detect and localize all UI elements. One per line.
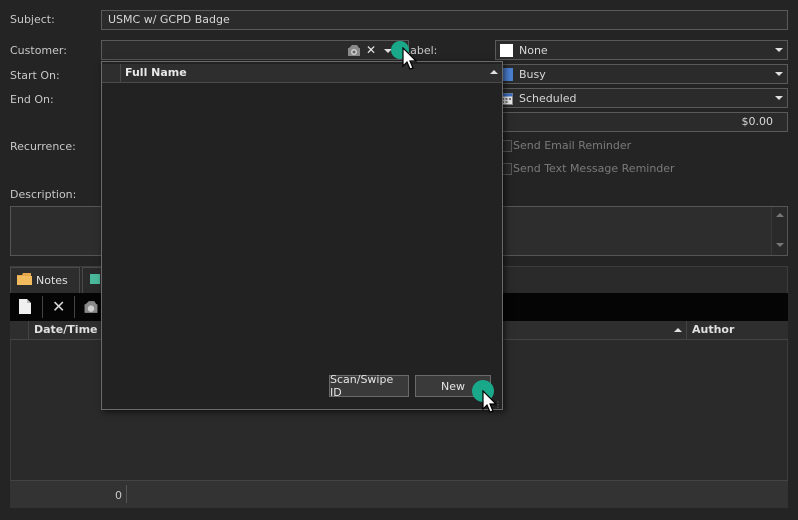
col-author[interactable]: Author <box>692 323 734 336</box>
send-email-label[interactable]: Send Email Reminder <box>513 139 631 152</box>
clear-x-icon[interactable]: ✕ <box>366 43 376 57</box>
tab-notes-label: Notes <box>36 274 68 287</box>
notes-footer: 0 <box>10 480 788 508</box>
grid-divider <box>28 321 29 340</box>
send-text-label[interactable]: Send Text Message Reminder <box>513 162 675 175</box>
toolbar-divider <box>74 296 75 318</box>
tab-notes[interactable]: Notes <box>10 267 80 293</box>
subject-input[interactable]: USMC w/ GCPD Badge <box>101 10 788 30</box>
label-swatch <box>500 43 513 57</box>
subject-label: Subject: <box>10 13 55 26</box>
price-input[interactable]: $0.00 <box>495 112 788 132</box>
chevron-down-icon[interactable] <box>771 89 787 107</box>
customer-list-header: Full Name <box>102 64 502 83</box>
description-scrollbar[interactable] <box>771 207 787 255</box>
footer-divider <box>126 485 127 503</box>
scroll-up-icon[interactable] <box>776 213 784 217</box>
customer-combo[interactable]: ✕ <box>101 40 409 60</box>
end-on-label: End On: <box>10 93 54 106</box>
mouse-cursor-icon <box>402 47 418 70</box>
scroll-down-icon[interactable] <box>776 243 784 247</box>
sort-asc-icon <box>674 328 682 332</box>
mouse-cursor-icon <box>482 390 498 413</box>
col-full-name[interactable]: Full Name <box>125 66 187 79</box>
start-on-label: Start On: <box>10 69 60 82</box>
camera-icon[interactable] <box>82 300 100 317</box>
customer-label: Customer: <box>10 44 67 57</box>
folder-icon <box>17 273 32 288</box>
description-label: Description: <box>10 188 77 201</box>
status-combo[interactable]: Scheduled <box>495 88 788 108</box>
grid-divider <box>120 64 121 83</box>
toolbar-divider <box>42 296 43 318</box>
delete-x-icon[interactable]: ✕ <box>52 297 65 316</box>
col-datetime[interactable]: Date/Time <box>34 323 98 336</box>
chevron-down-icon[interactable] <box>771 41 787 59</box>
recurrence-label: Recurrence: <box>10 140 76 153</box>
sort-asc-icon <box>490 70 498 74</box>
new-document-icon[interactable] <box>19 299 31 317</box>
grid-divider <box>686 321 687 340</box>
chevron-down-icon[interactable] <box>771 65 787 83</box>
show-as-combo[interactable]: Busy <box>495 64 788 84</box>
label-value: None <box>519 43 548 57</box>
scan-swipe-id-button[interactable]: Scan/Swipe ID <box>329 373 409 399</box>
tab-second-icon <box>89 273 101 288</box>
show-as-value: Busy <box>519 67 546 81</box>
camera-icon[interactable] <box>346 44 362 57</box>
customer-dropdown: Full Name Scan/Swipe ID New ⋮ <box>101 61 503 410</box>
label-combo[interactable]: None <box>495 40 788 60</box>
status-value: Scheduled <box>519 91 577 105</box>
notes-count: 0 <box>115 489 122 502</box>
